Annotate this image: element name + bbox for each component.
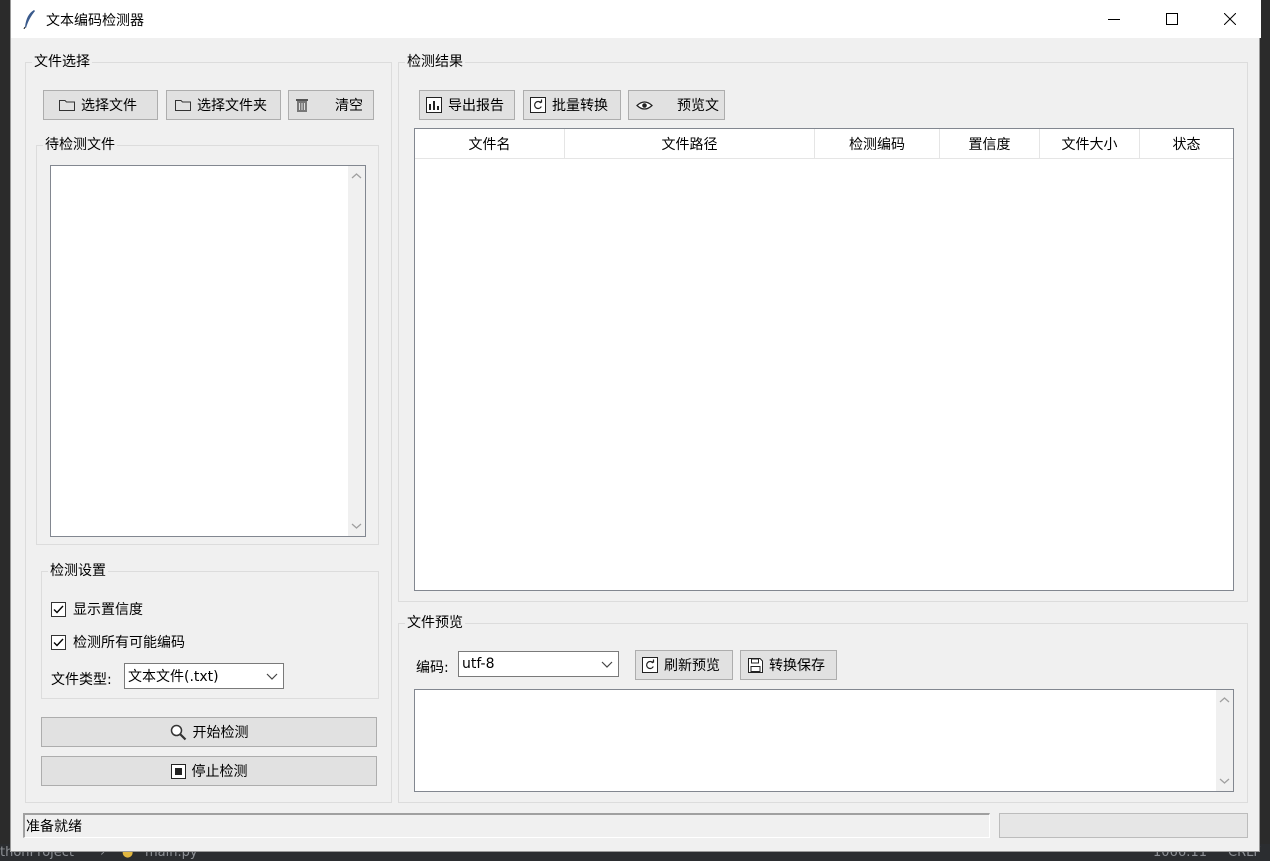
start-detect-label: 开始检测	[192, 725, 249, 741]
feather-icon	[23, 10, 35, 29]
show-confidence-checkbox[interactable]: 显示置信度	[51, 599, 143, 619]
minimize-button[interactable]	[1085, 0, 1143, 38]
export-report-button[interactable]: 导出报告	[419, 90, 515, 120]
clear-label: 清空	[335, 98, 363, 114]
refresh-preview-label: 刷新预览	[664, 658, 720, 674]
convert-save-button[interactable]: 转换保存	[740, 650, 837, 680]
title-bar: 文本编码检测器	[11, 0, 1261, 38]
folder-icon	[175, 99, 191, 111]
pending-list-scrollbar[interactable]	[348, 166, 365, 536]
status-text: 准备就绪	[26, 819, 82, 835]
refresh-icon	[642, 657, 658, 673]
trash-icon	[295, 98, 309, 113]
stop-detect-label: 停止检测	[191, 764, 248, 780]
detect-all-checkbox[interactable]: 检测所有可能编码	[51, 632, 185, 652]
results-group-label: 检测结果	[405, 54, 465, 71]
chevron-down-icon[interactable]	[351, 520, 362, 531]
preview-scrollbar[interactable]	[1216, 690, 1233, 791]
results-table-header: 文件名 文件路径 检测编码 置信度 文件大小 状态	[415, 129, 1233, 159]
pending-file-list[interactable]	[50, 165, 366, 537]
progress-bar	[999, 813, 1248, 838]
chevron-up-icon[interactable]	[1219, 695, 1230, 706]
pending-files-label: 待检测文件	[43, 137, 117, 154]
bar-chart-icon	[426, 97, 442, 113]
select-file-label: 选择文件	[81, 98, 137, 114]
select-folder-label: 选择文件夹	[197, 98, 267, 114]
maximize-button[interactable]	[1143, 0, 1201, 38]
convert-save-label: 转换保存	[769, 658, 825, 674]
column-header-status[interactable]: 状态	[1140, 129, 1233, 159]
chevron-up-icon[interactable]	[351, 171, 362, 182]
batch-convert-label: 批量转换	[552, 98, 608, 114]
floppy-disk-icon	[748, 657, 763, 673]
detect-all-label: 检测所有可能编码	[73, 635, 185, 651]
file-select-group: 文件选择 选择文件 选择文件夹 清空 待检测文件 检测设置 显示置信度 检测所有…	[25, 54, 392, 803]
stop-detect-button[interactable]: 停止检测	[41, 756, 377, 786]
window-title: 文本编码检测器	[46, 13, 144, 29]
column-header-confidence[interactable]: 置信度	[940, 129, 1040, 159]
results-table[interactable]: 文件名 文件路径 检测编码 置信度 文件大小 状态	[414, 128, 1234, 591]
results-group: 检测结果 导出报告 批量转换 预览文 文件名 文件路径 检测编码 置信度 文件大…	[398, 54, 1248, 602]
refresh-icon	[530, 97, 546, 113]
chevron-down-icon[interactable]	[1219, 775, 1230, 786]
preview-group: 文件预览 编码: utf-8 刷新预览 转换保存	[398, 615, 1248, 803]
encoding-select[interactable]: utf-8	[458, 651, 619, 677]
preview-button[interactable]: 预览文	[628, 90, 725, 120]
maximize-icon	[1166, 13, 1178, 25]
column-header-filesize[interactable]: 文件大小	[1040, 129, 1140, 159]
close-button[interactable]	[1201, 0, 1259, 38]
column-header-filepath[interactable]: 文件路径	[565, 129, 815, 159]
settings-group: 检测设置 显示置信度 检测所有可能编码 文件类型: 文本文件(.txt)	[41, 563, 379, 699]
search-icon	[170, 724, 187, 741]
close-icon	[1224, 13, 1236, 25]
settings-group-label: 检测设置	[48, 563, 108, 580]
refresh-preview-button[interactable]: 刷新预览	[635, 650, 733, 680]
chevron-down-icon	[266, 673, 278, 680]
column-header-filename[interactable]: 文件名	[415, 129, 565, 159]
start-detect-button[interactable]: 开始检测	[41, 717, 377, 747]
clear-button[interactable]: 清空	[288, 90, 374, 120]
preview-group-label: 文件预览	[405, 615, 465, 632]
chevron-down-icon	[601, 661, 613, 668]
app-window: 文本编码检测器 文件选择 选择文件 选择文件夹 清空 待检测文件 检测设置 显示…	[10, 0, 1261, 852]
pending-files-group: 待检测文件	[36, 137, 379, 545]
preview-label: 预览文	[677, 98, 719, 114]
encoding-label: 编码:	[416, 660, 449, 676]
select-folder-button[interactable]: 选择文件夹	[166, 90, 281, 120]
status-bar: 准备就绪	[23, 813, 990, 838]
batch-convert-button[interactable]: 批量转换	[523, 90, 621, 120]
checkbox-checked-icon	[51, 634, 66, 650]
encoding-value: utf-8	[462, 656, 495, 672]
file-select-group-label: 文件选择	[32, 54, 92, 71]
stop-icon	[170, 763, 186, 779]
eye-icon	[636, 100, 653, 111]
preview-text-area[interactable]	[414, 689, 1234, 792]
column-header-encoding[interactable]: 检测编码	[815, 129, 940, 159]
checkbox-checked-icon	[51, 601, 66, 617]
export-report-label: 导出报告	[448, 98, 504, 114]
show-confidence-label: 显示置信度	[73, 602, 143, 618]
select-file-button[interactable]: 选择文件	[43, 90, 158, 120]
folder-icon	[59, 99, 75, 111]
minimize-icon	[1108, 19, 1120, 20]
file-type-select[interactable]: 文本文件(.txt)	[124, 663, 284, 689]
file-type-value: 文本文件(.txt)	[128, 669, 219, 685]
file-type-label: 文件类型:	[51, 672, 112, 688]
